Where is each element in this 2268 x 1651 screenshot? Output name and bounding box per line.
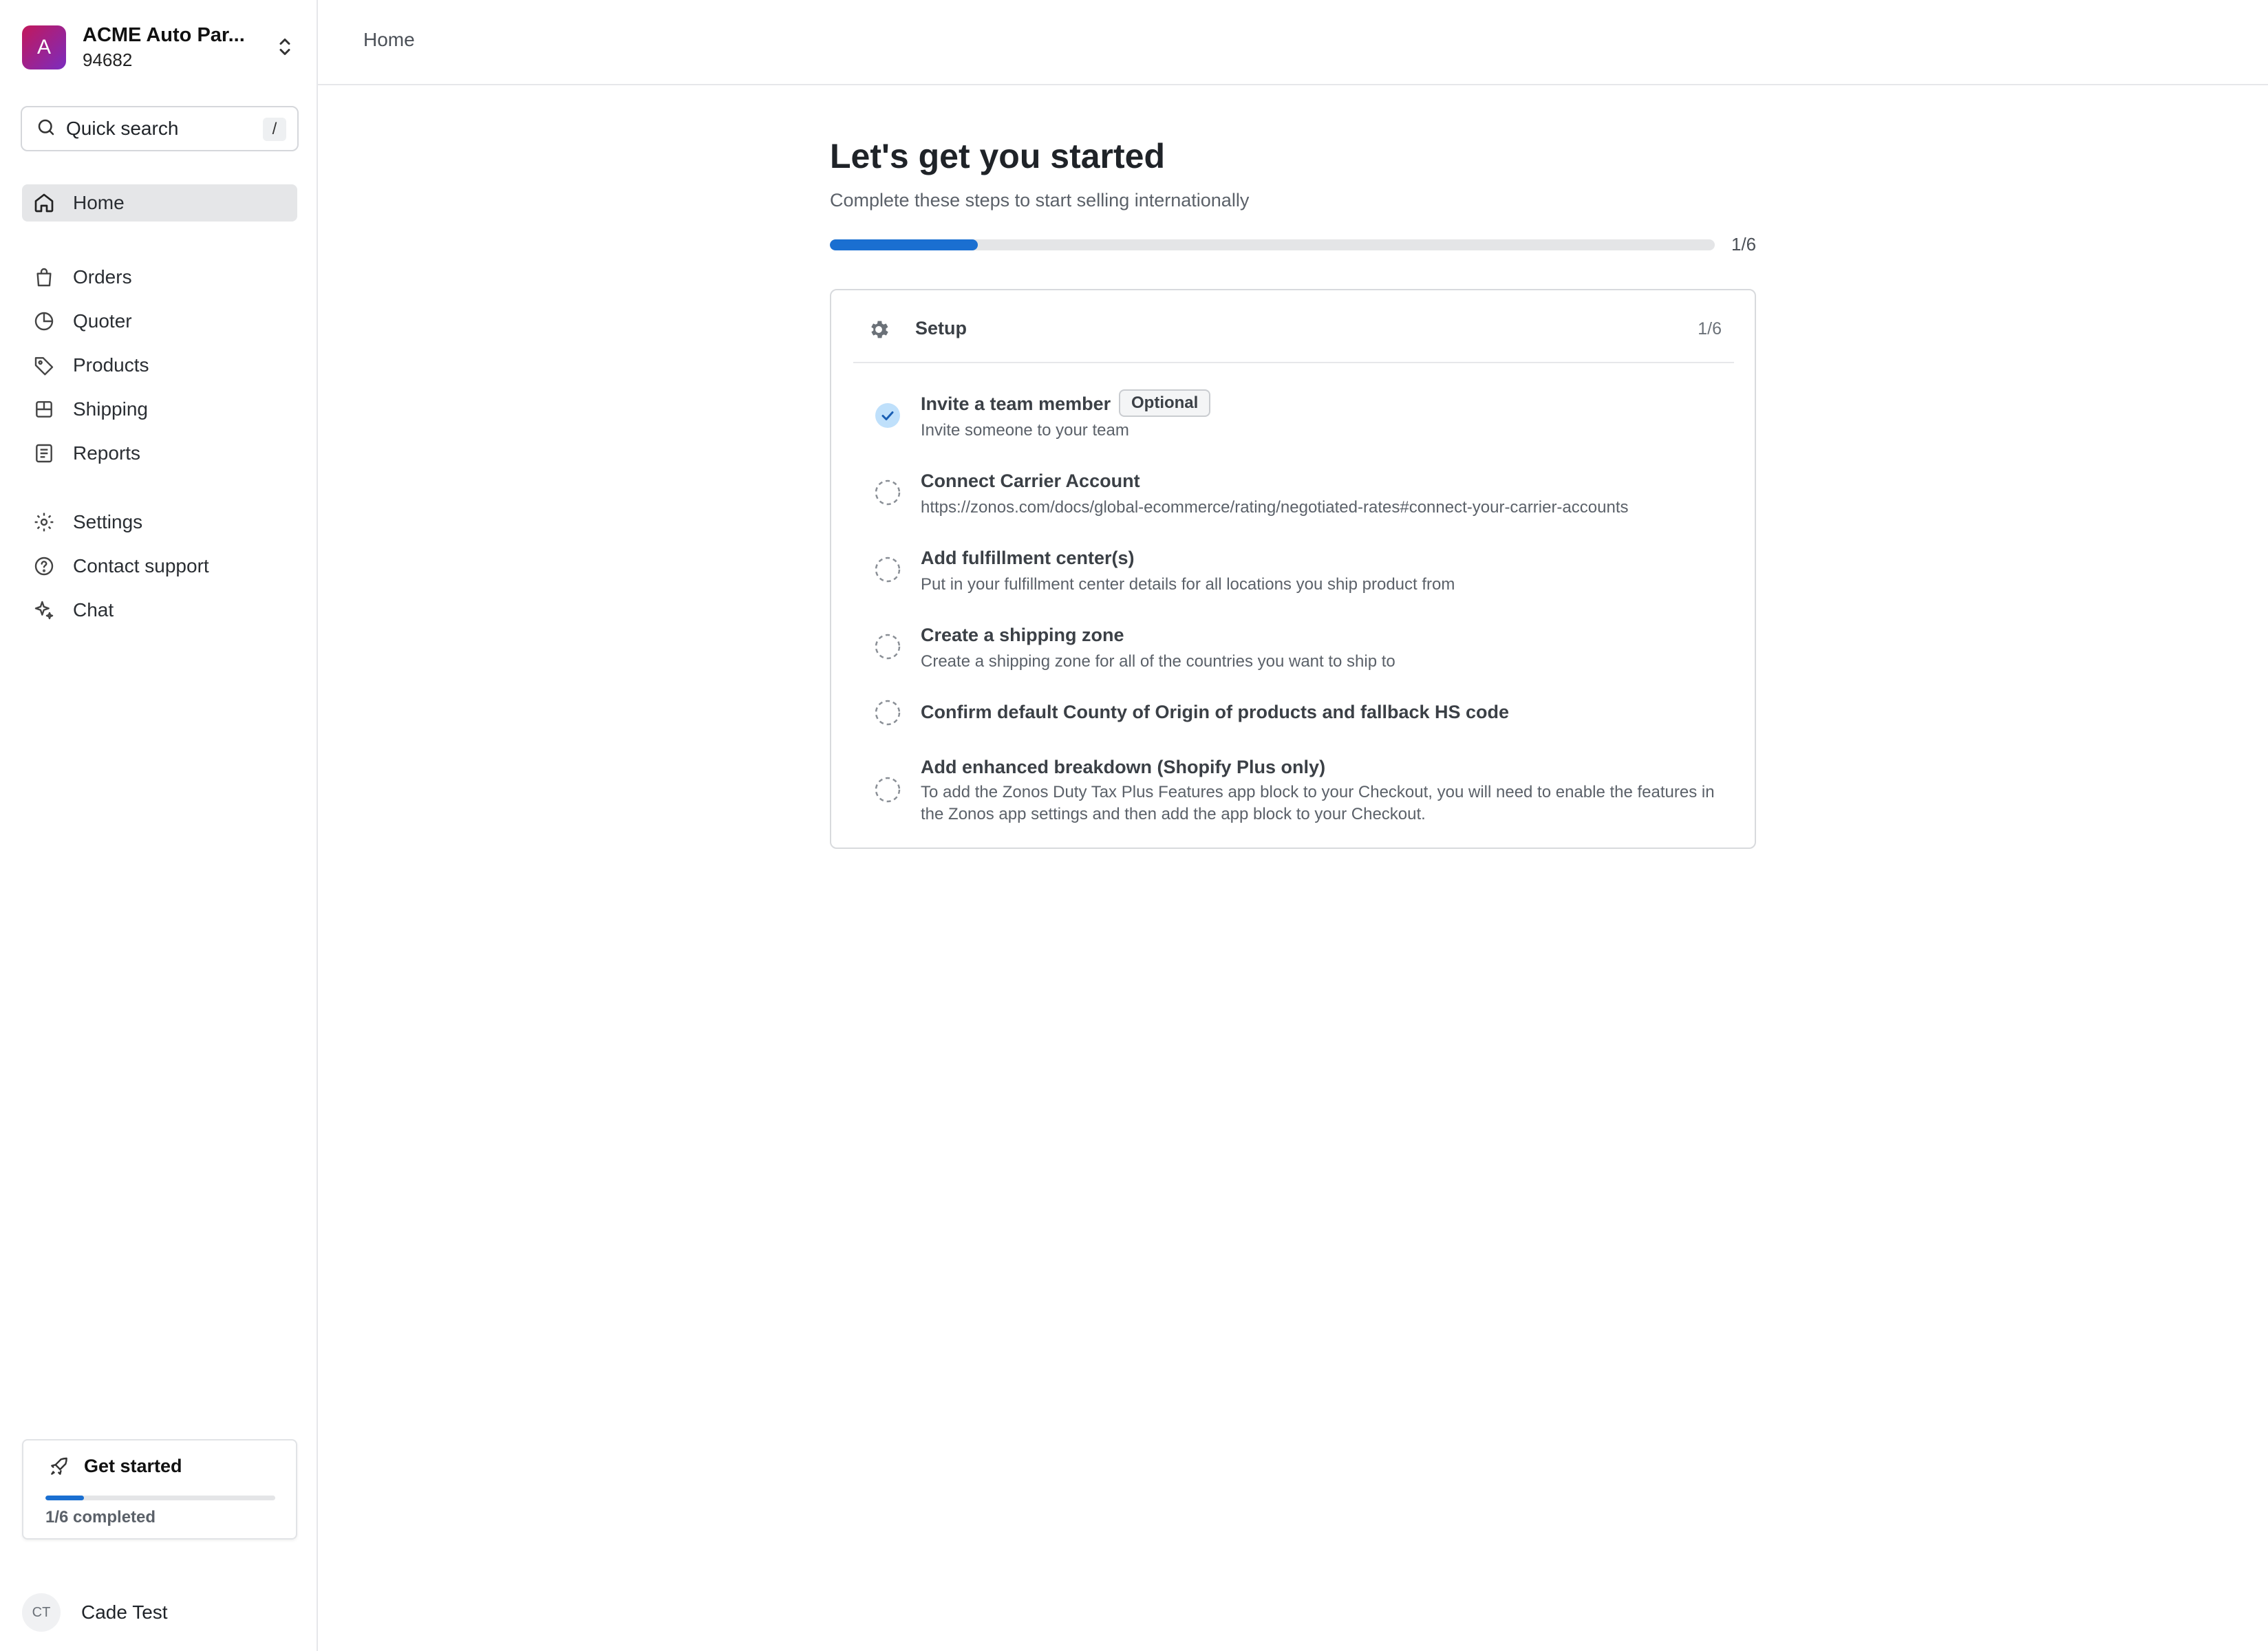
get-started-progress-bar [45,1496,275,1500]
gear-icon [32,510,56,535]
optional-badge: Optional [1119,389,1211,417]
gear-icon [867,318,890,341]
sidebar: A ACME Auto Par... 94682 Quick search / … [0,0,318,1651]
nav-item-chat[interactable]: Chat [22,592,297,629]
nav-label-products: Products [73,354,149,376]
step-description: To add the Zonos Duty Tax Plus Features … [921,783,1715,823]
step-title: Connect Carrier Account [921,471,1140,491]
warehouse-icon [32,397,56,422]
org-id: 94682 [83,50,133,70]
org-switcher[interactable]: A ACME Auto Par... 94682 [22,22,297,73]
dashed-circle-icon [874,556,901,583]
org-avatar: A [22,25,66,69]
step-title: Add enhanced breakdown (Shopify Plus onl… [921,757,1326,777]
search-label: Quick search [66,118,179,139]
nav-item-quoter[interactable]: Quoter [22,303,297,340]
setup-count: 1/6 [1698,319,1722,338]
report-icon [32,441,56,466]
setup-card: Setup 1/6 Invite a team member Optional … [830,289,1756,849]
nav-label-orders: Orders [73,266,132,288]
sparkles-icon [32,598,56,623]
nav-label-reports: Reports [73,442,141,464]
onboarding-progress-text: 1/6 [1731,234,1757,255]
app-window: A ACME Auto Par... 94682 Quick search / … [0,0,2268,1651]
check-circle-icon [874,402,901,429]
pie-chart-icon [32,309,56,334]
page-title: Let's get you started [830,137,1165,175]
search-shortcut-key: / [263,118,286,141]
nav-label-quoter: Quoter [73,310,132,332]
onboarding-progress-fill [830,239,978,250]
step-title: Confirm default County of Origin of prod… [921,702,1510,722]
nav-label-contact-support: Contact support [73,555,209,576]
org-name: ACME Auto Par... [83,24,245,46]
nav-label-home: Home [73,192,125,213]
get-started-progress-fill [45,1496,84,1500]
step-title: Create a shipping zone [921,625,1124,645]
help-circle-icon [32,554,56,579]
get-started-title: Get started [84,1456,182,1476]
nav-label-settings: Settings [73,511,143,532]
nav-item-orders[interactable]: Orders [22,259,297,296]
shopping-bag-icon [32,265,56,290]
nav-label-shipping: Shipping [73,398,148,420]
nav-item-products[interactable]: Products [22,347,297,384]
user-name: Cade Test [81,1601,168,1623]
divider [853,362,1734,363]
get-started-card[interactable]: Get started 1/6 completed [22,1439,297,1540]
chevron-up-down-icon[interactable] [272,34,297,59]
step-description: https://zonos.com/docs/global-ecommerce/… [921,498,1629,517]
step-description: Put in your fulfillment center details f… [921,575,1455,594]
page-subtitle: Complete these steps to start selling in… [830,190,1250,211]
onboarding-progress-bar [830,239,1715,250]
step-description: Create a shipping zone for all of the co… [921,652,1395,671]
dashed-circle-icon [874,699,901,726]
nav-label-chat: Chat [73,599,114,621]
topbar: Home [318,0,2268,85]
nav-item-settings[interactable]: Settings [22,504,297,541]
step-title: Invite a team member [921,393,1111,414]
user-menu[interactable]: CT Cade Test [22,1593,168,1632]
home-icon [32,191,56,215]
tag-icon [32,353,56,378]
dashed-circle-icon [874,479,901,506]
org-text: ACME Auto Par... 94682 [83,23,245,72]
nav-item-home[interactable]: Home [22,184,297,222]
dashed-circle-icon [874,633,901,660]
breadcrumb: Home [363,29,415,50]
step-description: Invite someone to your team [921,421,1129,440]
quick-search[interactable]: Quick search / [21,106,299,151]
search-icon [36,117,56,141]
setup-title: Setup [915,318,967,338]
step-title: Add fulfillment center(s) [921,548,1135,568]
avatar: CT [22,1593,61,1632]
dashed-circle-icon [874,776,901,803]
rocket-icon [48,1456,70,1478]
nav-item-contact-support[interactable]: Contact support [22,548,297,585]
get-started-completed: 1/6 completed [45,1508,156,1526]
nav-item-shipping[interactable]: Shipping [22,391,297,428]
setup-card-header[interactable]: Setup 1/6 [831,290,1755,363]
nav-item-reports[interactable]: Reports [22,435,297,472]
